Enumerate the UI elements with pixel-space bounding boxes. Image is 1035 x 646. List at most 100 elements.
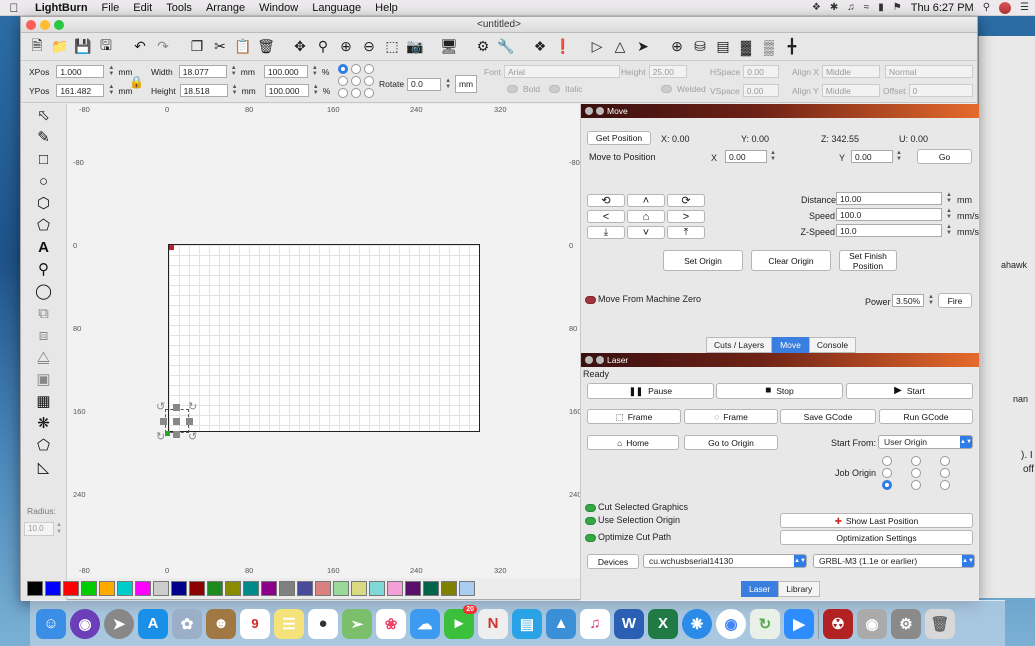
anchor-radio[interactable] [338, 88, 348, 98]
color-swatch[interactable] [153, 580, 169, 596]
menu-arrange[interactable]: Arrange [199, 2, 252, 14]
word-icon[interactable]: W [614, 608, 644, 639]
maps-icon[interactable]: ➢ [342, 608, 372, 639]
move-x-input[interactable]: 0.00 [725, 150, 767, 163]
anchor-radio[interactable] [338, 64, 348, 74]
numbers-icon[interactable]: ▤ [512, 608, 542, 639]
tab-console[interactable]: Console [808, 337, 857, 353]
menu-edit[interactable]: Edit [126, 2, 159, 14]
anchor-radio[interactable] [351, 88, 361, 98]
set-finish-position-button[interactable]: Set Finish Position [839, 250, 897, 271]
position-laser-icon[interactable]: ⚲ [34, 260, 54, 280]
job-origin-radio[interactable] [882, 468, 892, 478]
save-as-icon[interactable]: 🖫 [96, 37, 116, 57]
port-select[interactable]: cu.wchusbserial14130 ▲▼ [643, 554, 807, 568]
menu-help[interactable]: Help [368, 2, 405, 14]
hspace-input[interactable]: 0.00 [743, 65, 780, 78]
color-swatch[interactable] [117, 580, 133, 596]
pause-button[interactable]: ❚❚ Pause [587, 383, 714, 399]
paste-icon[interactable]: 📋 [233, 37, 253, 57]
zoom-in-icon[interactable]: ⊕ [336, 37, 356, 57]
save-gcode-button[interactable]: Save GCode [780, 409, 876, 424]
anchor-radio[interactable] [364, 88, 374, 98]
system-preferences-icon[interactable]: ⚙ [891, 608, 921, 639]
pen-tool-icon[interactable]: ✎ [34, 128, 54, 148]
set-origin-button[interactable]: Set Origin [663, 250, 743, 271]
color-swatch[interactable] [63, 580, 79, 596]
anchor-radio[interactable] [351, 64, 361, 74]
anchor-radio[interactable] [351, 76, 361, 86]
redo-icon[interactable]: ↷ [153, 37, 173, 57]
tab-laser[interactable]: Laser [741, 581, 779, 597]
cut-selected-toggle[interactable] [585, 503, 596, 512]
rotate-handle-icon[interactable]: ↺ [188, 430, 197, 443]
anchor-radio[interactable] [364, 76, 374, 86]
scale-handle[interactable] [160, 418, 167, 425]
job-origin-radio[interactable] [940, 468, 950, 478]
ypos-input[interactable]: 161.482 [56, 84, 105, 97]
pentagon-tool-icon[interactable]: ⬠ [34, 216, 54, 236]
boolean-union-icon[interactable]: ⧉ [34, 304, 54, 324]
copy-icon[interactable]: ❐ [187, 37, 207, 57]
fire-button[interactable]: Fire [938, 293, 972, 308]
units-toggle-button[interactable]: mm [455, 75, 478, 93]
scale-handle[interactable] [173, 404, 180, 411]
close-window-icon[interactable] [26, 20, 36, 30]
color-swatch[interactable] [333, 580, 349, 596]
start-button[interactable]: ▶ Start [846, 383, 973, 399]
distribute-h-icon[interactable]: ▓ [736, 37, 756, 57]
width-stepper[interactable]: ▲ ▼ [230, 65, 238, 78]
panel-float-icon[interactable] [596, 356, 604, 364]
zoom-fit-icon[interactable]: ⚲ [313, 37, 333, 57]
rotate-input[interactable]: 0.0 [407, 77, 442, 91]
go-to-origin-button[interactable]: Go to Origin [684, 435, 778, 450]
rotate-handle-icon[interactable]: ↻ [188, 400, 197, 413]
dropbox-icon[interactable]: ❖ [812, 2, 821, 13]
width-input[interactable]: 18.077 [178, 65, 227, 78]
height-percent-input[interactable]: 100.000 [264, 84, 309, 97]
jog-right-icon[interactable]: ˃ [667, 210, 705, 223]
use-selection-origin-toggle[interactable] [585, 516, 596, 525]
notification-center-icon[interactable]: ☰ [1020, 2, 1029, 13]
font-height-input[interactable]: 25.00 [648, 65, 687, 78]
devices-button[interactable]: Devices [587, 554, 639, 569]
get-position-button[interactable]: Get Position [587, 131, 651, 145]
center-handle[interactable] [173, 418, 180, 425]
monitor-icon[interactable]: 🖥 [439, 37, 459, 57]
job-origin-radio[interactable] [882, 456, 892, 466]
target-icon[interactable]: ⊕ [667, 37, 687, 57]
ungroup-icon[interactable]: ❗ [553, 37, 573, 57]
color-swatch[interactable] [243, 580, 259, 596]
messages-icon[interactable]: ☁ [410, 608, 440, 639]
jog-left-icon[interactable]: ˂ [587, 210, 625, 223]
undo-icon[interactable]: ↶ [130, 37, 150, 57]
news-icon[interactable]: N [478, 608, 508, 639]
selected-object[interactable]: ↺ ↻ ↻ ↺ [155, 400, 201, 444]
tab-move[interactable]: Move [772, 337, 809, 353]
height-input[interactable]: 18.518 [179, 84, 228, 97]
color-swatch[interactable] [45, 580, 61, 596]
font-select[interactable]: Arial [504, 65, 621, 78]
align-center-icon[interactable]: ╋ [782, 37, 802, 57]
color-swatch[interactable] [207, 580, 223, 596]
menu-tools[interactable]: Tools [159, 2, 199, 14]
color-swatch[interactable] [171, 580, 187, 596]
boolean-intersect-icon[interactable]: ⧋ [34, 348, 54, 368]
color-swatch[interactable] [99, 580, 115, 596]
distance-stepper[interactable]: ▲ ▼ [945, 192, 953, 205]
ellipse-tool-icon[interactable]: ○ [34, 172, 54, 192]
job-origin-radio[interactable] [911, 480, 921, 490]
align-tree-icon[interactable]: ⛁ [690, 37, 710, 57]
ypos-stepper[interactable]: ▲ ▼ [107, 84, 115, 97]
reload-app-icon[interactable]: ↻ [750, 608, 780, 639]
job-origin-radio[interactable] [940, 480, 950, 490]
optimization-settings-button[interactable]: Optimization Settings [780, 530, 973, 545]
volume-icon[interactable]: ♫ [847, 2, 855, 13]
align-left-icon[interactable]: ▤ [713, 37, 733, 57]
color-swatch[interactable] [441, 580, 457, 596]
launchpad-icon[interactable]: ➤ [104, 608, 134, 639]
color-swatch[interactable] [261, 580, 277, 596]
clear-origin-button[interactable]: Clear Origin [751, 250, 831, 271]
siri-dock-icon[interactable]: ◉ [70, 608, 100, 639]
bold-toggle[interactable] [507, 85, 518, 93]
